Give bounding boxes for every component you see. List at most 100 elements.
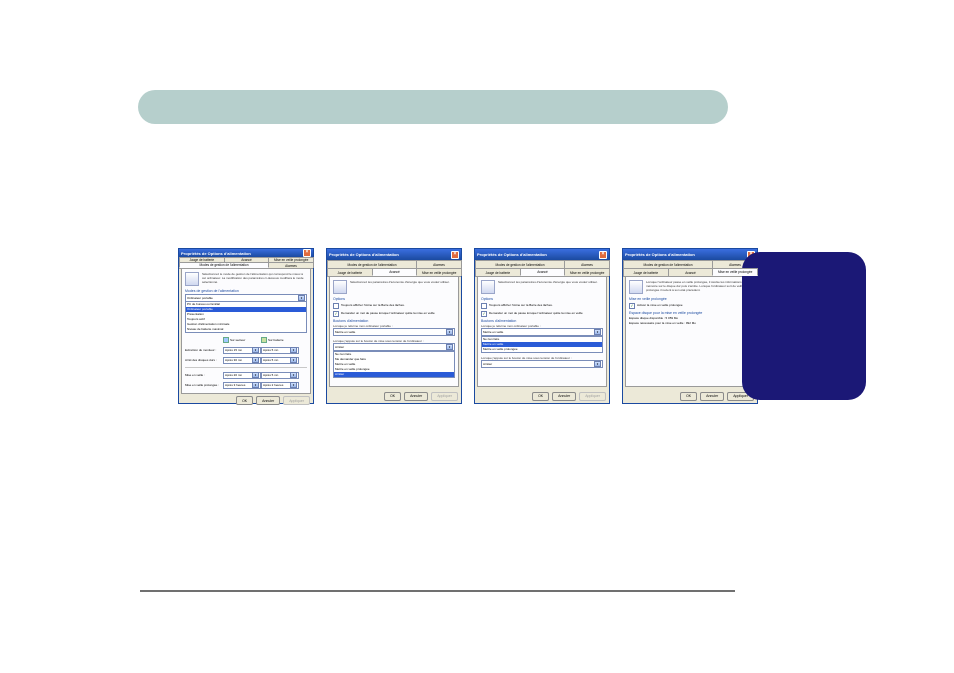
combo-value: Mettre en veille: [335, 330, 355, 334]
list-item[interactable]: Mettre en veille prolongée: [482, 347, 602, 352]
list-item[interactable]: Arrêter: [334, 372, 454, 377]
window-title: Propriétés de Options d'alimentation: [181, 251, 251, 256]
group-options: Options: [481, 297, 603, 301]
hibernate-ac-combo[interactable]: Après 3 heures▾: [223, 382, 261, 389]
ok-button[interactable]: OK: [532, 392, 549, 401]
standby-ac-combo[interactable]: Après 20 mn▾: [223, 372, 261, 379]
checkbox[interactable]: ✓: [481, 311, 487, 317]
chevron-down-icon: ▾: [252, 382, 259, 388]
tab-veille[interactable]: Mise en veille prolongée: [416, 268, 462, 276]
cancel-button[interactable]: Annuler: [256, 396, 280, 405]
ok-button[interactable]: OK: [680, 392, 697, 401]
dialog-footer: OK Annuler Appliquer: [623, 389, 757, 403]
panel-description: Sélectionnez le mode de gestion de l'ali…: [202, 272, 307, 286]
apply-button[interactable]: Appliquer: [283, 396, 310, 405]
lid-action-combo[interactable]: Mettre en veille ▾: [333, 328, 455, 336]
lid-action-combo[interactable]: Mettre en veille ▾: [481, 328, 603, 336]
ok-button[interactable]: OK: [384, 392, 401, 401]
checkbox[interactable]: [333, 303, 339, 309]
power-btn-combo[interactable]: Arrêter ▾: [481, 360, 603, 368]
row-label: Arrêt des disques durs :: [185, 358, 223, 362]
tab-avance[interactable]: Avancé: [520, 268, 566, 276]
checkbox-label: Toujours afficher l'icône sur la Barre d…: [341, 303, 405, 307]
checkbox[interactable]: [481, 303, 487, 309]
tab-alarmes[interactable]: Alarmes: [268, 262, 314, 268]
panel-description: Lorsque l'ordinateur passe en veille pro…: [646, 280, 751, 294]
panel-avance: Sélectionnez les paramètres d'économie d…: [329, 277, 459, 387]
combo-value: Mettre en veille: [483, 330, 503, 334]
panel-description: Sélectionnez les paramètres d'économie d…: [498, 280, 603, 294]
thumb-index-panel: [742, 252, 866, 400]
chevron-down-icon: ▾: [446, 329, 453, 335]
tab-bar-row2: Modes de gestion de l'alimentation Alarm…: [179, 262, 313, 269]
chevron-down-icon: ▾: [446, 344, 453, 350]
titlebar[interactable]: Propriétés de Options d'alimentation ×: [475, 249, 609, 260]
chevron-down-icon: ▾: [252, 357, 259, 363]
window-title: Propriétés de Options d'alimentation: [329, 252, 399, 257]
hibernate-dc-combo[interactable]: Après 2 heures▾: [261, 382, 299, 389]
power-btn-combo-list[interactable]: Ne rien faire Me demander que faire Mett…: [333, 351, 455, 378]
lid-action-combo-list[interactable]: Ne rien faire Mettre en veille Mettre en…: [481, 336, 603, 353]
dialog-footer: OK Annuler Appliquer: [179, 396, 313, 405]
tab-jauge[interactable]: Jauge de batterie: [623, 268, 669, 276]
list-item[interactable]: Niveau de batterie maximal: [186, 327, 306, 332]
standby-dc-combo[interactable]: Après 5 mn▾: [261, 372, 299, 379]
checkbox-label: Toujours afficher l'icône sur la Barre d…: [489, 303, 553, 307]
apply-button[interactable]: Appliquer: [431, 392, 458, 401]
apply-button[interactable]: Appliquer: [579, 392, 606, 401]
chevron-down-icon: ▾: [252, 372, 259, 378]
tab-modes[interactable]: Modes de gestion de l'alimentation: [327, 260, 417, 268]
power-btn-combo[interactable]: Arrêter ▾: [333, 343, 455, 351]
cancel-button[interactable]: Annuler: [404, 392, 428, 401]
tab-modes[interactable]: Modes de gestion de l'alimentation: [623, 260, 713, 268]
tab-alarmes[interactable]: Alarmes: [416, 260, 462, 268]
tab-modes[interactable]: Modes de gestion de l'alimentation: [475, 260, 565, 268]
hibernate-icon: [629, 280, 643, 294]
dialog-power-options-4: Propriétés de Options d'alimentation × M…: [622, 248, 758, 404]
combo-value: Arrêter: [483, 362, 492, 366]
ok-button[interactable]: OK: [236, 396, 253, 405]
tab-jauge[interactable]: Jauge de batterie: [475, 268, 521, 276]
tab-bar-row2: Jauge de batterie Avancé Mise en veille …: [327, 268, 461, 277]
monitor-ac-combo[interactable]: Après 15 mn▾: [223, 347, 261, 354]
tab-bar-row2: Jauge de batterie Avancé Mise en veille …: [623, 268, 757, 277]
close-icon[interactable]: ×: [303, 249, 311, 257]
tab-avance[interactable]: Avancé: [372, 268, 418, 276]
panel-veille: Lorsque l'ordinateur passe en veille pro…: [625, 277, 755, 387]
tab-veille[interactable]: Mise en veille prolongée: [712, 268, 758, 276]
row-label: Mise en veille prolongée :: [185, 383, 223, 387]
row-label: Mise en veille :: [185, 373, 223, 377]
checkbox[interactable]: ✓: [333, 311, 339, 317]
power-scheme-icon: [185, 272, 199, 286]
checkbox[interactable]: ✓: [629, 303, 635, 309]
dialog-footer: OK Annuler Appliquer: [475, 389, 609, 403]
chevron-down-icon: ▾: [290, 382, 297, 388]
plug-icon: [223, 337, 229, 343]
scheme-combo[interactable]: Ordinateur portable ▾: [185, 294, 307, 302]
hdd-dc-combo[interactable]: Après 5 mn▾: [261, 357, 299, 364]
cancel-button[interactable]: Annuler: [552, 392, 576, 401]
tab-jauge[interactable]: Jauge de batterie: [327, 268, 373, 276]
battery-plug-icon: [481, 280, 495, 294]
titlebar[interactable]: Propriétés de Options d'alimentation ×: [327, 249, 461, 260]
monitor-dc-combo[interactable]: Après 5 mn▾: [261, 347, 299, 354]
hdd-ac-combo[interactable]: Après 30 mn▾: [223, 357, 261, 364]
group-buttons: Boutons d'alimentation: [333, 319, 455, 323]
tab-alarmes[interactable]: Alarmes: [564, 260, 610, 268]
chevron-down-icon: ▾: [594, 361, 601, 367]
chevron-down-icon: ▾: [298, 295, 305, 301]
tab-avance[interactable]: Avancé: [668, 268, 714, 276]
tab-veille[interactable]: Mise en veille prolongée: [564, 268, 610, 276]
close-icon[interactable]: ×: [599, 251, 607, 259]
group-diskspace: Espace disque pour la mise en veille pro…: [629, 311, 751, 315]
tab-modes[interactable]: Modes de gestion de l'alimentation: [179, 262, 269, 268]
tab-bar-row2: Jauge de batterie Avancé Mise en veille …: [475, 268, 609, 277]
scheme-combo-list[interactable]: PC de bureau ou familial Ordinateur port…: [185, 302, 307, 333]
window-title: Propriétés de Options d'alimentation: [625, 252, 695, 257]
close-icon[interactable]: ×: [451, 251, 459, 259]
titlebar[interactable]: Propriétés de Options d'alimentation ×: [623, 249, 757, 260]
disk-needed-value: 992 Mo: [686, 321, 696, 325]
disk-free-value: 5 059 Mo: [666, 316, 679, 320]
cancel-button[interactable]: Annuler: [700, 392, 724, 401]
titlebar[interactable]: Propriétés de Options d'alimentation ×: [179, 249, 313, 257]
